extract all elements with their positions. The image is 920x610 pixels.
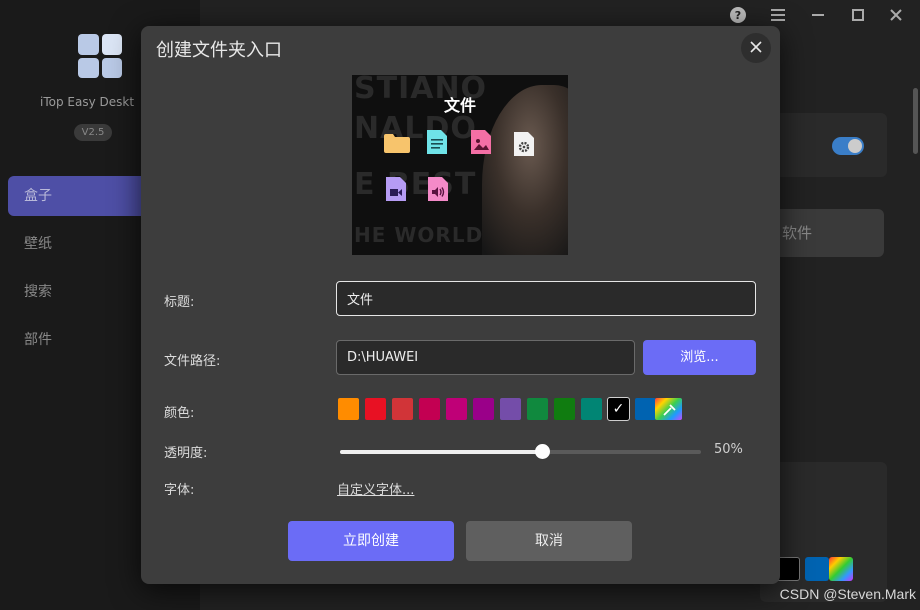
color-swatch[interactable] bbox=[581, 398, 602, 420]
help-icon[interactable]: ? bbox=[728, 6, 748, 26]
create-now-button[interactable]: 立即创建 bbox=[288, 521, 454, 561]
color-label: 颜色: bbox=[164, 406, 195, 421]
toggle-switch[interactable] bbox=[832, 137, 864, 155]
preview-image: STIANO NALDO E BEST HE WORLD 文件 bbox=[352, 75, 568, 255]
path-input[interactable] bbox=[336, 340, 635, 375]
cancel-button[interactable]: 取消 bbox=[466, 521, 632, 561]
preview-bg-text: NALDO bbox=[354, 111, 477, 146]
slider-thumb[interactable] bbox=[535, 444, 551, 459]
color-swatch[interactable]: ✓ bbox=[607, 397, 630, 421]
title-input[interactable] bbox=[336, 281, 756, 316]
font-label: 字体: bbox=[164, 483, 195, 498]
slider-fill bbox=[340, 450, 543, 454]
color-swatch[interactable] bbox=[500, 398, 521, 420]
menu-icon[interactable] bbox=[768, 6, 788, 26]
bg-swatch bbox=[805, 557, 829, 581]
color-swatch[interactable] bbox=[446, 398, 467, 420]
opacity-slider[interactable] bbox=[340, 444, 701, 459]
audio-file-icon bbox=[428, 177, 448, 201]
color-swatch[interactable] bbox=[554, 398, 575, 420]
video-file-icon bbox=[386, 177, 406, 201]
color-swatch[interactable] bbox=[473, 398, 494, 420]
window-close-icon[interactable] bbox=[886, 6, 906, 26]
minimize-icon[interactable] bbox=[808, 6, 828, 26]
image-file-icon bbox=[471, 130, 491, 154]
folder-icon bbox=[383, 132, 411, 154]
close-icon bbox=[750, 41, 762, 53]
opacity-label: 透明度: bbox=[164, 446, 208, 461]
settings-file-icon bbox=[514, 132, 534, 156]
color-swatch[interactable] bbox=[419, 398, 440, 420]
app-logo-icon bbox=[78, 34, 122, 78]
color-swatch[interactable] bbox=[365, 398, 386, 420]
document-icon bbox=[427, 130, 447, 154]
watermark: CSDN @Steven.Mark bbox=[779, 586, 916, 602]
version-badge: V2.5 bbox=[74, 124, 112, 141]
preview-bg-text: HE WORLD bbox=[354, 223, 484, 247]
custom-color-picker[interactable] bbox=[655, 398, 682, 420]
create-folder-dialog: 创建文件夹入口 STIANO NALDO E BEST HE WORLD 文件 … bbox=[141, 26, 780, 584]
preview-bg-text: E BEST bbox=[354, 167, 477, 202]
color-swatch[interactable] bbox=[392, 398, 413, 420]
bg-swatch bbox=[829, 557, 853, 581]
preview-title: 文件 bbox=[443, 96, 476, 115]
checkmark-icon: ✓ bbox=[612, 401, 625, 417]
path-label: 文件路径: bbox=[164, 354, 221, 369]
color-swatch[interactable] bbox=[338, 398, 359, 420]
title-label: 标题: bbox=[164, 295, 195, 310]
color-swatch[interactable] bbox=[635, 398, 656, 420]
opacity-value: 50% bbox=[714, 442, 743, 457]
eyedropper-icon bbox=[663, 404, 676, 416]
dialog-title: 创建文件夹入口 bbox=[156, 40, 282, 61]
browse-button[interactable]: 浏览... bbox=[643, 340, 756, 375]
scrollbar[interactable] bbox=[913, 88, 918, 154]
svg-text:?: ? bbox=[735, 9, 741, 22]
close-button[interactable] bbox=[741, 33, 771, 63]
maximize-icon[interactable] bbox=[848, 6, 868, 26]
color-swatch[interactable] bbox=[527, 398, 548, 420]
custom-font-link[interactable]: 自定义字体... bbox=[337, 479, 414, 498]
